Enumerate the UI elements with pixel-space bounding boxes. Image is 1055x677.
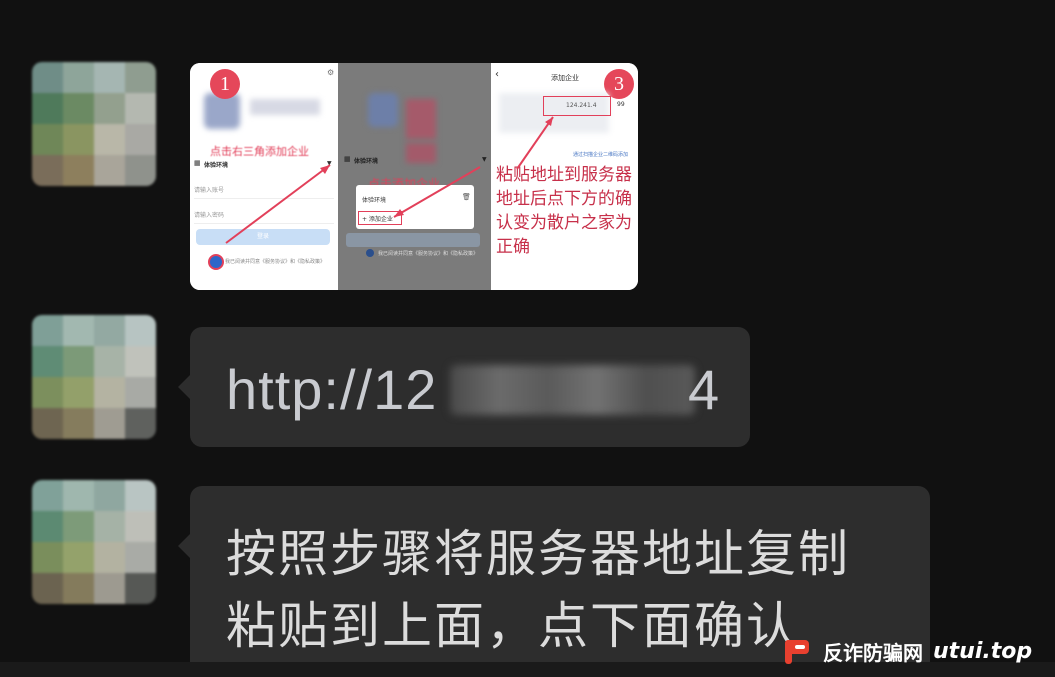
message-line: 粘贴到上面，点下面确认 (226, 597, 798, 655)
page-header-title: 添加企业 (551, 74, 579, 82)
site-watermark: 反诈防骗网 utui.top (783, 632, 1032, 670)
server-url-suffix[interactable]: 4 (688, 357, 719, 422)
watermark-name: 反诈防骗网 (823, 640, 923, 665)
settings-icon: ⚙ (327, 68, 335, 77)
arrow-annotation (225, 164, 331, 244)
watermark-url: utui.top (933, 638, 1033, 664)
step-instruction: 粘贴地址到服务器地址后点下方的确认变为散户之家为正确 (496, 165, 632, 257)
arrow-annotation (393, 166, 481, 218)
url-message-bubble[interactable]: http://12 4 (178, 327, 750, 447)
tutorial-image-message[interactable]: 1 ⚙ 点击右三角添加企业 ▦ 体验环境 ▼ 请输入账号 请输入密码 登录 我已… (190, 63, 638, 290)
sender-avatar[interactable] (32, 62, 156, 186)
agreement-checkbox[interactable] (208, 254, 224, 270)
back-arrow-icon[interactable]: ‹ (495, 69, 499, 80)
building-icon: ▦ (344, 155, 351, 163)
sender-avatar[interactable] (32, 315, 156, 439)
scan-qr-link[interactable]: 通过扫描企业二维码添加 (573, 151, 628, 158)
step-badge: 1 (210, 69, 240, 99)
redaction-mask (450, 365, 695, 415)
arrow-annotation (516, 116, 554, 170)
caret-down-icon[interactable]: ▼ (482, 156, 487, 163)
server-address-value: 124.241.4 (566, 102, 597, 109)
tutorial-panel-step-1: 1 ⚙ 点击右三角添加企业 ▦ 体验环境 ▼ 请输入账号 请输入密码 登录 我已… (190, 63, 338, 290)
tutorial-panel-step-3: ‹ 添加企业 3 124.241.4 99 通过扫描企业二维码添加 粘贴地址到服… (491, 63, 638, 290)
building-icon: ▦ (194, 159, 201, 167)
step-annotation: 点击右三角添加企业 (210, 145, 309, 158)
watermark-logo-icon (783, 636, 817, 666)
menu-item-env[interactable]: 体验环境 (362, 195, 386, 204)
sender-avatar[interactable] (32, 480, 156, 604)
agreement-text: 我已阅读并同意《服务协议》和《隐私政策》 (225, 259, 326, 265)
chat-screen: 1 ⚙ 点击右三角添加企业 ▦ 体验环境 ▼ 请输入账号 请输入密码 登录 我已… (0, 0, 1055, 677)
agreement-text: 我已阅读并同意《服务协议》和《隐私政策》 (378, 251, 479, 257)
server-suffix: 99 (617, 101, 625, 108)
tutorial-panel-step-2: ▦ 体验环境 ▼ 点击添加企业 体验环境 🗑 + 添加企业 我已阅读并同意《服务… (338, 63, 491, 290)
message-line: 按照步骤将服务器地址复制 (226, 525, 850, 583)
env-label: 体验环境 (354, 158, 379, 165)
server-url-text[interactable]: http://12 (226, 357, 437, 422)
agreement-checkbox[interactable] (366, 249, 374, 257)
login-button[interactable] (346, 233, 480, 247)
